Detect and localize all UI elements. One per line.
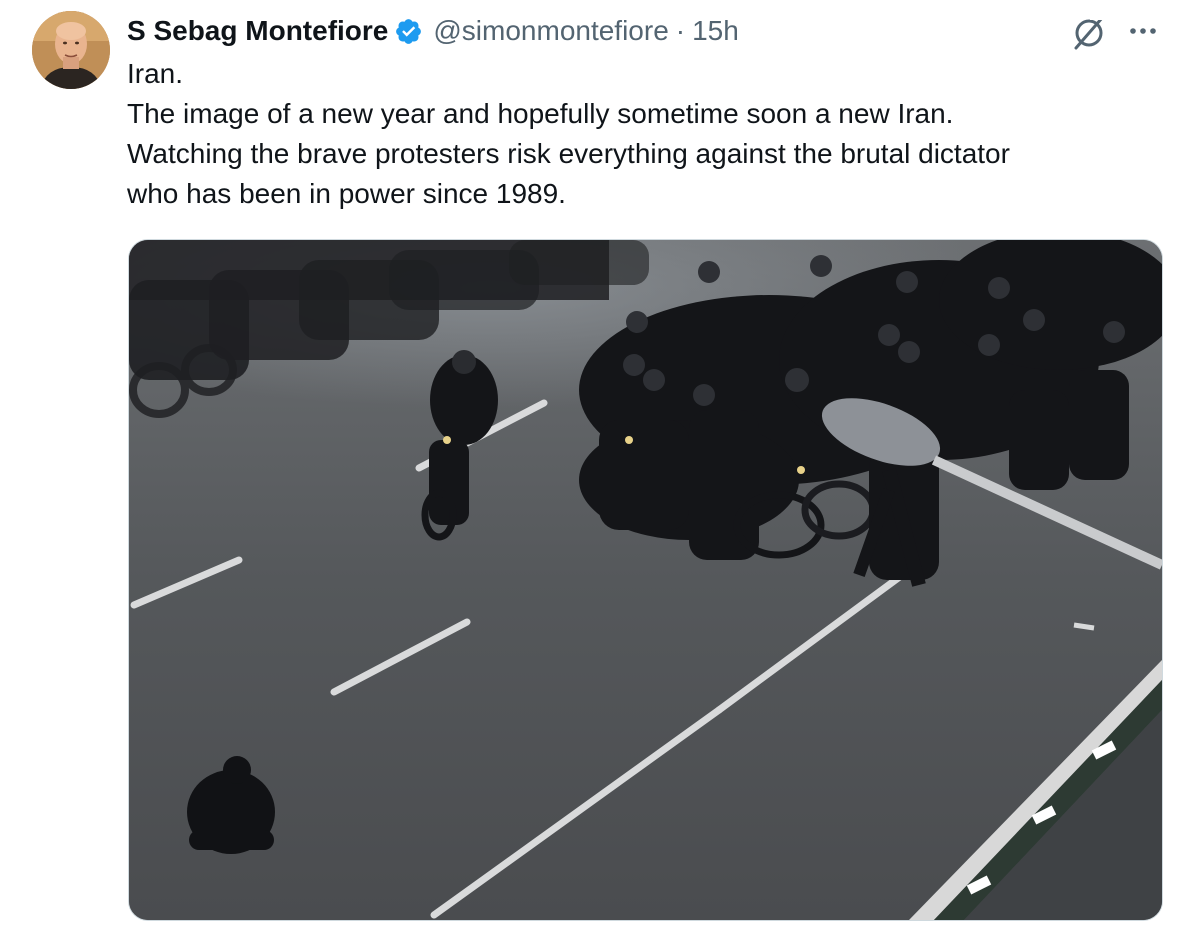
tweet-text-line: Iran.: [127, 58, 184, 89]
tweet: S Sebag Montefiore @simonmontefiore · 15…: [0, 0, 1187, 938]
tweet-text: Iran. The image of a new year and hopefu…: [127, 54, 1157, 214]
tweet-text-line: The image of a new year and hopefully so…: [127, 98, 954, 129]
photo-street-protest-icon: [129, 240, 1162, 920]
tweet-media-photo[interactable]: [128, 239, 1163, 921]
verified-badge-icon[interactable]: [394, 17, 423, 46]
author-handle[interactable]: @simonmontefiore: [433, 15, 668, 47]
avatar-photo-icon: [32, 11, 110, 89]
tweet-text-line: who has been in power since 1989.: [127, 178, 566, 209]
tweet-text-line: Watching the brave protesters risk every…: [127, 138, 1010, 169]
separator-dot: ·: [675, 15, 686, 46]
author-avatar[interactable]: [32, 11, 110, 89]
grok-icon[interactable]: [1070, 14, 1108, 52]
author-display-name[interactable]: S Sebag Montefiore: [127, 15, 388, 47]
tweet-timestamp[interactable]: 15h: [692, 15, 739, 47]
more-icon[interactable]: [1124, 16, 1162, 46]
tweet-header: S Sebag Montefiore @simonmontefiore · 15…: [127, 11, 739, 51]
